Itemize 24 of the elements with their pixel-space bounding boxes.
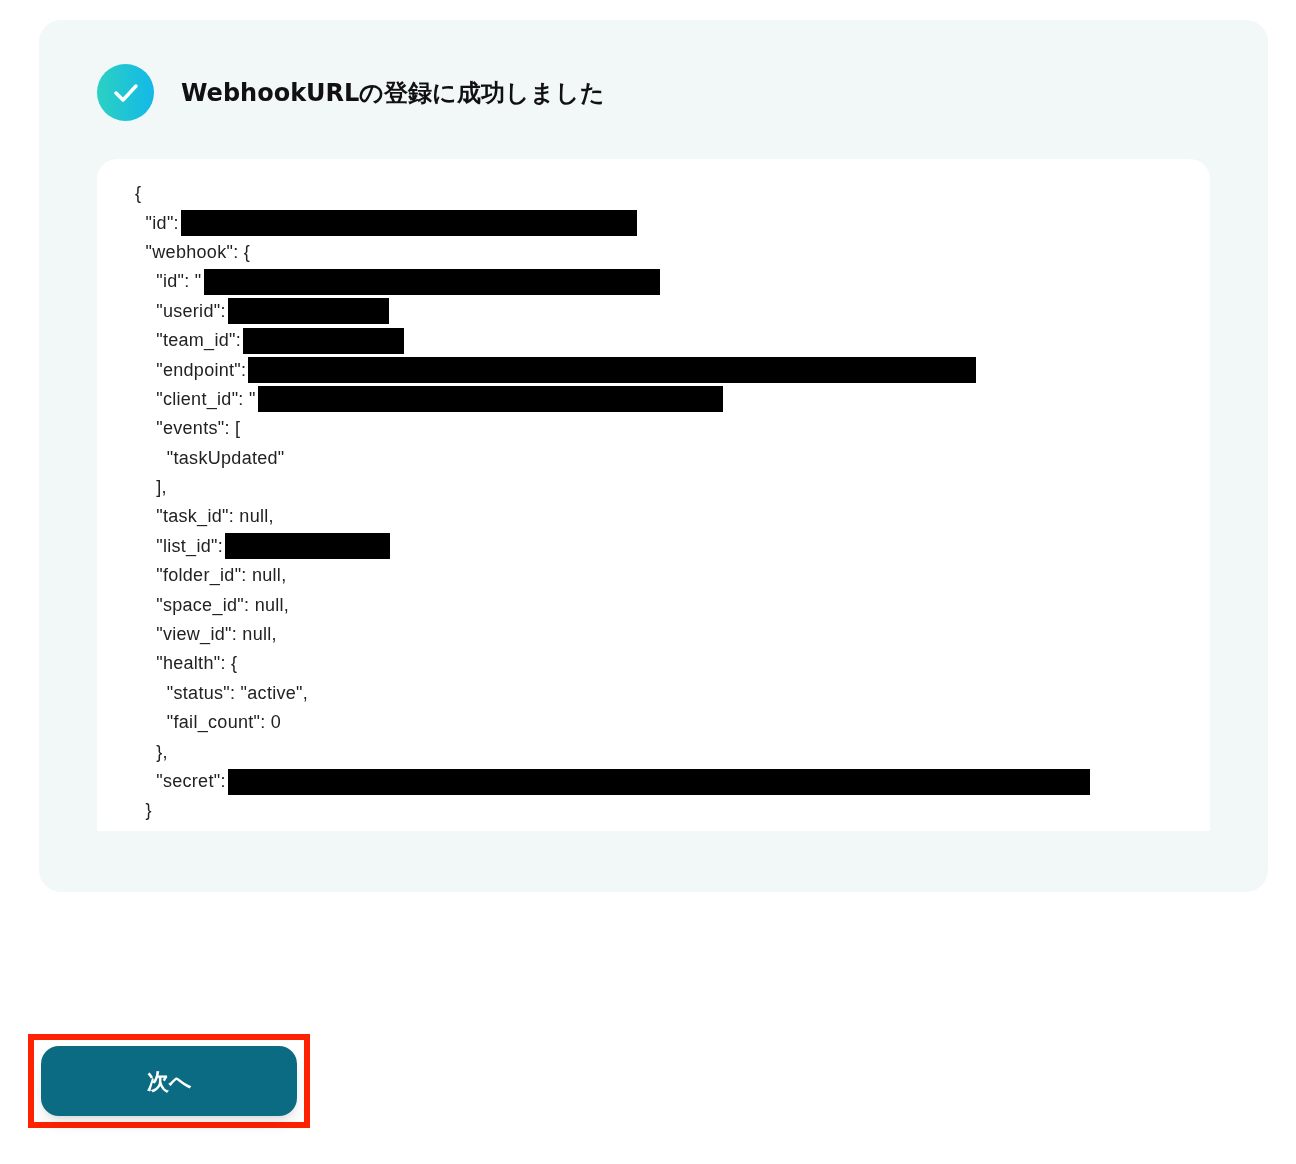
code-line: "client_id": " xyxy=(155,387,256,412)
code-line: { xyxy=(135,182,142,206)
code-line: "space_id": null, xyxy=(155,593,290,618)
code-line: ], xyxy=(155,476,167,500)
code-line: "events": [ xyxy=(155,417,241,441)
next-button[interactable]: 次へ xyxy=(41,1046,297,1116)
code-line: } xyxy=(144,799,152,823)
code-line: "list_id": xyxy=(155,534,223,559)
code-line: "taskUpdated" xyxy=(165,446,285,470)
code-line: "userid": xyxy=(155,299,226,323)
code-line: "id": " xyxy=(155,270,202,294)
success-title: WebhookURLの登録に成功しました xyxy=(181,77,606,109)
code-line: "fail_count": 0 xyxy=(165,711,282,735)
code-line: "secret": xyxy=(155,770,226,793)
code-line: "task_id": null, xyxy=(155,505,274,529)
code-line: "webhook": { xyxy=(144,240,251,264)
code-line: "folder_id": null, xyxy=(155,564,287,588)
code-line: "id": xyxy=(144,211,179,235)
code-line: "view_id": null, xyxy=(155,623,277,647)
code-line: }, xyxy=(155,740,168,764)
code-line: "endpoint": xyxy=(155,358,247,382)
code-line: "team_id": xyxy=(155,329,242,353)
code-line: "status": "active", xyxy=(165,681,309,705)
code-line: "health": { xyxy=(155,652,238,676)
